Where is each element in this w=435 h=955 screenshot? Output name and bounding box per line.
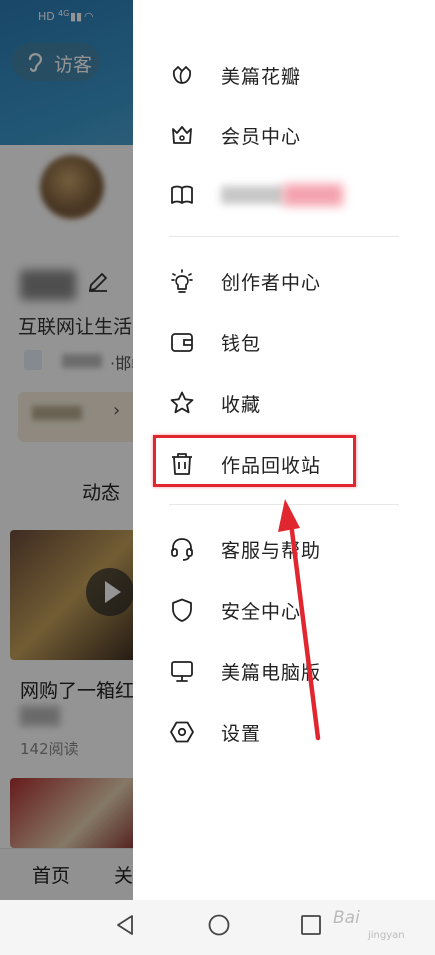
menu-label: 客服与帮助 [221, 540, 322, 562]
menu-item-creator-center[interactable]: 创作者中心 [133, 252, 435, 308]
redacted-badge [283, 184, 343, 206]
menu-item-vip-reading[interactable] [133, 166, 435, 222]
flower-icon [169, 62, 195, 88]
star-icon [169, 390, 195, 416]
menu-label: 会员中心 [221, 126, 302, 148]
menu-item-favorites[interactable]: 收藏 [133, 374, 435, 430]
crown-icon [169, 122, 195, 148]
lightbulb-icon [169, 268, 195, 294]
menu-label: 美篇花瓣 [221, 66, 302, 88]
menu-item-settings[interactable]: 设置 [133, 703, 435, 759]
menu-item-meipian-petals[interactable]: 美篇花瓣 [133, 46, 435, 102]
menu-label: 安全中心 [221, 601, 302, 623]
shield-icon [169, 597, 195, 623]
menu-item-member-center[interactable]: 会员中心 [133, 106, 435, 162]
wallet-icon [169, 329, 195, 355]
system-navigation-bar: Bai jingyan [0, 900, 435, 955]
home-icon[interactable] [207, 913, 231, 937]
divider [169, 236, 399, 237]
back-icon[interactable] [113, 913, 137, 937]
recent-apps-icon[interactable] [300, 914, 322, 936]
hexagon-gear-icon [169, 719, 195, 745]
menu-item-security-center[interactable]: 安全中心 [133, 581, 435, 637]
annotation-highlight-box [153, 435, 356, 487]
menu-label: 收藏 [221, 394, 262, 416]
menu-label: 设置 [221, 723, 262, 745]
redacted-label [221, 186, 283, 204]
menu-item-customer-service[interactable]: 客服与帮助 [133, 520, 435, 576]
menu-label: 创作者中心 [221, 272, 322, 294]
monitor-icon [169, 658, 195, 684]
headset-icon [169, 536, 195, 562]
menu-item-desktop-version[interactable]: 美篇电脑版 [133, 642, 435, 698]
watermark-subtitle: jingyan [368, 930, 405, 941]
menu-item-wallet[interactable]: 钱包 [133, 313, 435, 369]
divider [169, 504, 399, 505]
menu-label: 钱包 [221, 333, 262, 355]
menu-label: 美篇电脑版 [221, 662, 322, 684]
book-icon [169, 182, 195, 208]
watermark-logo: Bai [333, 908, 360, 928]
